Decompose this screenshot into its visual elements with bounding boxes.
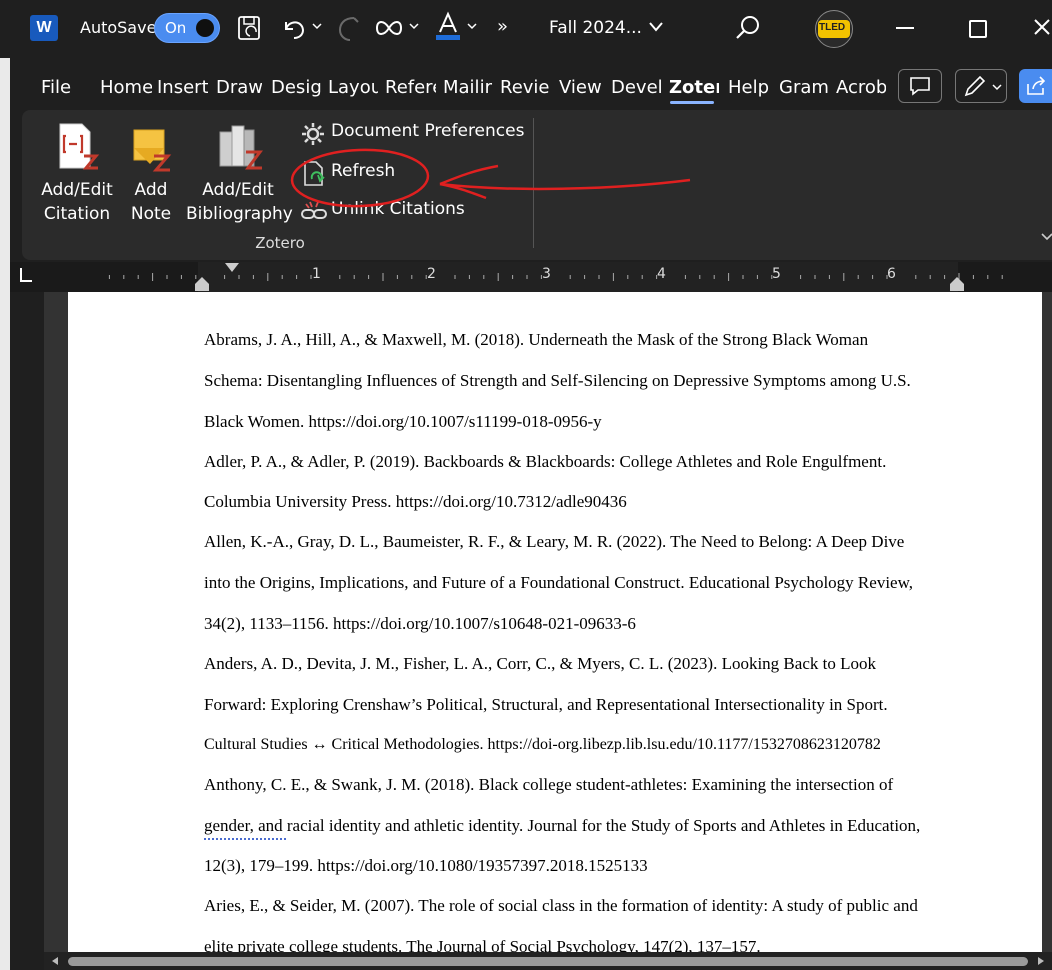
bibliography-line: 34(2), 1133–1156. https://doi.org/10.100…	[204, 614, 636, 633]
add-edit-bibliography-line2: Bibliography	[186, 204, 293, 224]
bibliography-line: into the Origins, Implications, and Futu…	[204, 573, 914, 592]
left-indent-marker[interactable]	[194, 276, 210, 292]
editing-mode-button[interactable]	[955, 69, 1007, 103]
add-note-button[interactable]: Add Note	[124, 118, 178, 224]
tab-home[interactable]: Home	[100, 76, 152, 100]
save-icon[interactable]	[236, 14, 264, 42]
autosave-label: AutoSave	[80, 18, 157, 37]
tab-review[interactable]: Revie	[500, 76, 550, 100]
more-commands-icon[interactable]: »	[497, 17, 508, 37]
bibliography-line: elite private college students. The Jour…	[204, 937, 761, 952]
tab-acrobat[interactable]: Acrob	[836, 76, 886, 100]
font-color-dropdown-icon[interactable]	[466, 22, 478, 32]
tab-zotero[interactable]: Zoter	[669, 76, 719, 100]
bibliography-line: Columbia University Press. https://doi.o…	[204, 492, 627, 511]
pencil-icon	[964, 75, 986, 97]
undo-dropdown-icon[interactable]	[311, 22, 323, 32]
annotation-circle-arrow	[290, 148, 691, 208]
bibliography-line: Forward: Exploring Crenshaw’s Political,…	[204, 695, 888, 714]
document-page[interactable]: Abrams, J. A., Hill, A., & Maxwell, M. (…	[68, 292, 1042, 952]
search-icon[interactable]	[734, 14, 762, 42]
tab-design[interactable]: Desig	[271, 76, 322, 100]
collapse-ribbon-icon[interactable]	[1040, 230, 1052, 244]
document-preferences-label: Document Preferences	[331, 121, 525, 141]
maximize-icon[interactable]	[969, 20, 987, 38]
ribbon-group-label: Zotero	[255, 234, 305, 252]
bibliography-icon	[219, 125, 263, 170]
tab-layout[interactable]: Layou	[328, 76, 378, 100]
autosave-toggle[interactable]: On	[154, 13, 220, 43]
tab-stop-selector[interactable]	[20, 268, 32, 282]
bibliography-line: gender, and racial identity and athletic…	[204, 816, 921, 835]
bibliography-line: Anthony, C. E., & Swank, J. M. (2018). B…	[204, 775, 894, 794]
comments-button[interactable]	[898, 69, 942, 103]
bibliography-line: Anders, A. D., Devita, J. M., Fisher, L.…	[204, 654, 876, 673]
horizontal-scrollbar[interactable]	[44, 952, 1052, 970]
first-line-indent-marker[interactable]	[224, 262, 240, 274]
left-edge-strip	[0, 58, 10, 970]
bibliography-line: 12(3), 179–199. https://doi.org/10.1080/…	[204, 856, 648, 875]
add-note-line1: Add	[134, 180, 168, 200]
toggle-knob	[196, 19, 214, 37]
tab-view[interactable]: View	[559, 76, 603, 100]
bibliography-line: Black Women. https://doi.org/10.1007/s11…	[204, 412, 602, 431]
font-color-icon[interactable]	[434, 10, 464, 42]
add-edit-bibliography-button[interactable]: Add/Edit Bibliography	[186, 118, 293, 224]
add-edit-citation-line1: Add/Edit	[41, 180, 113, 200]
ruler-number: 1	[312, 266, 321, 282]
tab-draw[interactable]: Draw	[216, 76, 262, 100]
autosave-state: On	[165, 19, 187, 37]
bibliography-line: Allen, K.-A., Gray, D. L., Baumeister, R…	[204, 532, 905, 551]
active-tab-indicator	[670, 101, 714, 104]
add-note-line2: Note	[130, 204, 172, 224]
grammar-underline[interactable]	[204, 836, 286, 840]
citation-icon	[59, 123, 100, 170]
share-button[interactable]	[1019, 69, 1052, 103]
word-app-icon: W	[30, 15, 58, 41]
tab-help[interactable]: Help	[728, 76, 770, 100]
ruler-number: 6	[887, 266, 896, 282]
scroll-thumb[interactable]	[68, 957, 1028, 966]
add-edit-citation-line2: Citation	[43, 204, 111, 224]
avatar[interactable]: TLED	[815, 10, 853, 48]
tab-grammarly[interactable]: Gram	[779, 76, 829, 100]
ruler-number: 5	[772, 266, 781, 282]
vertical-ruler	[10, 292, 44, 952]
ruler-number: 2	[427, 266, 436, 282]
ruler-number: 4	[657, 266, 666, 282]
redo-icon	[338, 17, 359, 41]
document-title[interactable]: Fall 2024...	[549, 18, 642, 38]
bibliography-line: Aries, E., & Seider, M. (2007). The role…	[204, 896, 918, 915]
avatar-text: TLED	[819, 22, 846, 33]
tab-insert[interactable]: Insert	[157, 76, 208, 100]
title-dropdown-icon[interactable]	[648, 20, 664, 34]
tab-developer[interactable]: Devel	[611, 76, 663, 100]
ruler-number: 3	[542, 266, 551, 282]
ink-loop-icon[interactable]	[374, 18, 404, 38]
bibliography-line: Schema: Disentangling Influences of Stre…	[204, 371, 911, 390]
comment-icon	[910, 77, 930, 96]
minimize-icon[interactable]	[896, 27, 914, 29]
bibliography-line: Adler, P. A., & Adler, P. (2019). Backbo…	[204, 452, 887, 471]
tab-mailings[interactable]: Mailir	[443, 76, 493, 100]
scroll-right-icon[interactable]	[1036, 956, 1046, 966]
add-edit-citation-button[interactable]: Add/Edit Citation	[34, 118, 120, 224]
add-edit-bibliography-line1: Add/Edit	[202, 180, 274, 200]
tab-file[interactable]: File	[41, 76, 75, 100]
right-indent-marker[interactable]	[949, 276, 965, 292]
scroll-left-icon[interactable]	[50, 956, 60, 966]
ruler[interactable]: 1 2 3 4 5 6	[10, 262, 1052, 292]
bibliography-line: Abrams, J. A., Hill, A., & Maxwell, M. (…	[204, 330, 869, 349]
title-bar: W AutoSave On » Fall 2024... TLED	[0, 0, 1052, 58]
ink-dropdown-icon[interactable]	[408, 22, 420, 32]
bibliography-line: Cultural Studies ↔ Critical Methodologie…	[204, 736, 881, 753]
undo-icon[interactable]	[280, 14, 308, 42]
share-icon	[1027, 76, 1046, 95]
tab-references[interactable]: Refere	[385, 76, 436, 100]
editing-dropdown-icon	[992, 84, 1002, 91]
close-icon[interactable]	[1032, 17, 1052, 37]
note-icon	[133, 129, 172, 172]
